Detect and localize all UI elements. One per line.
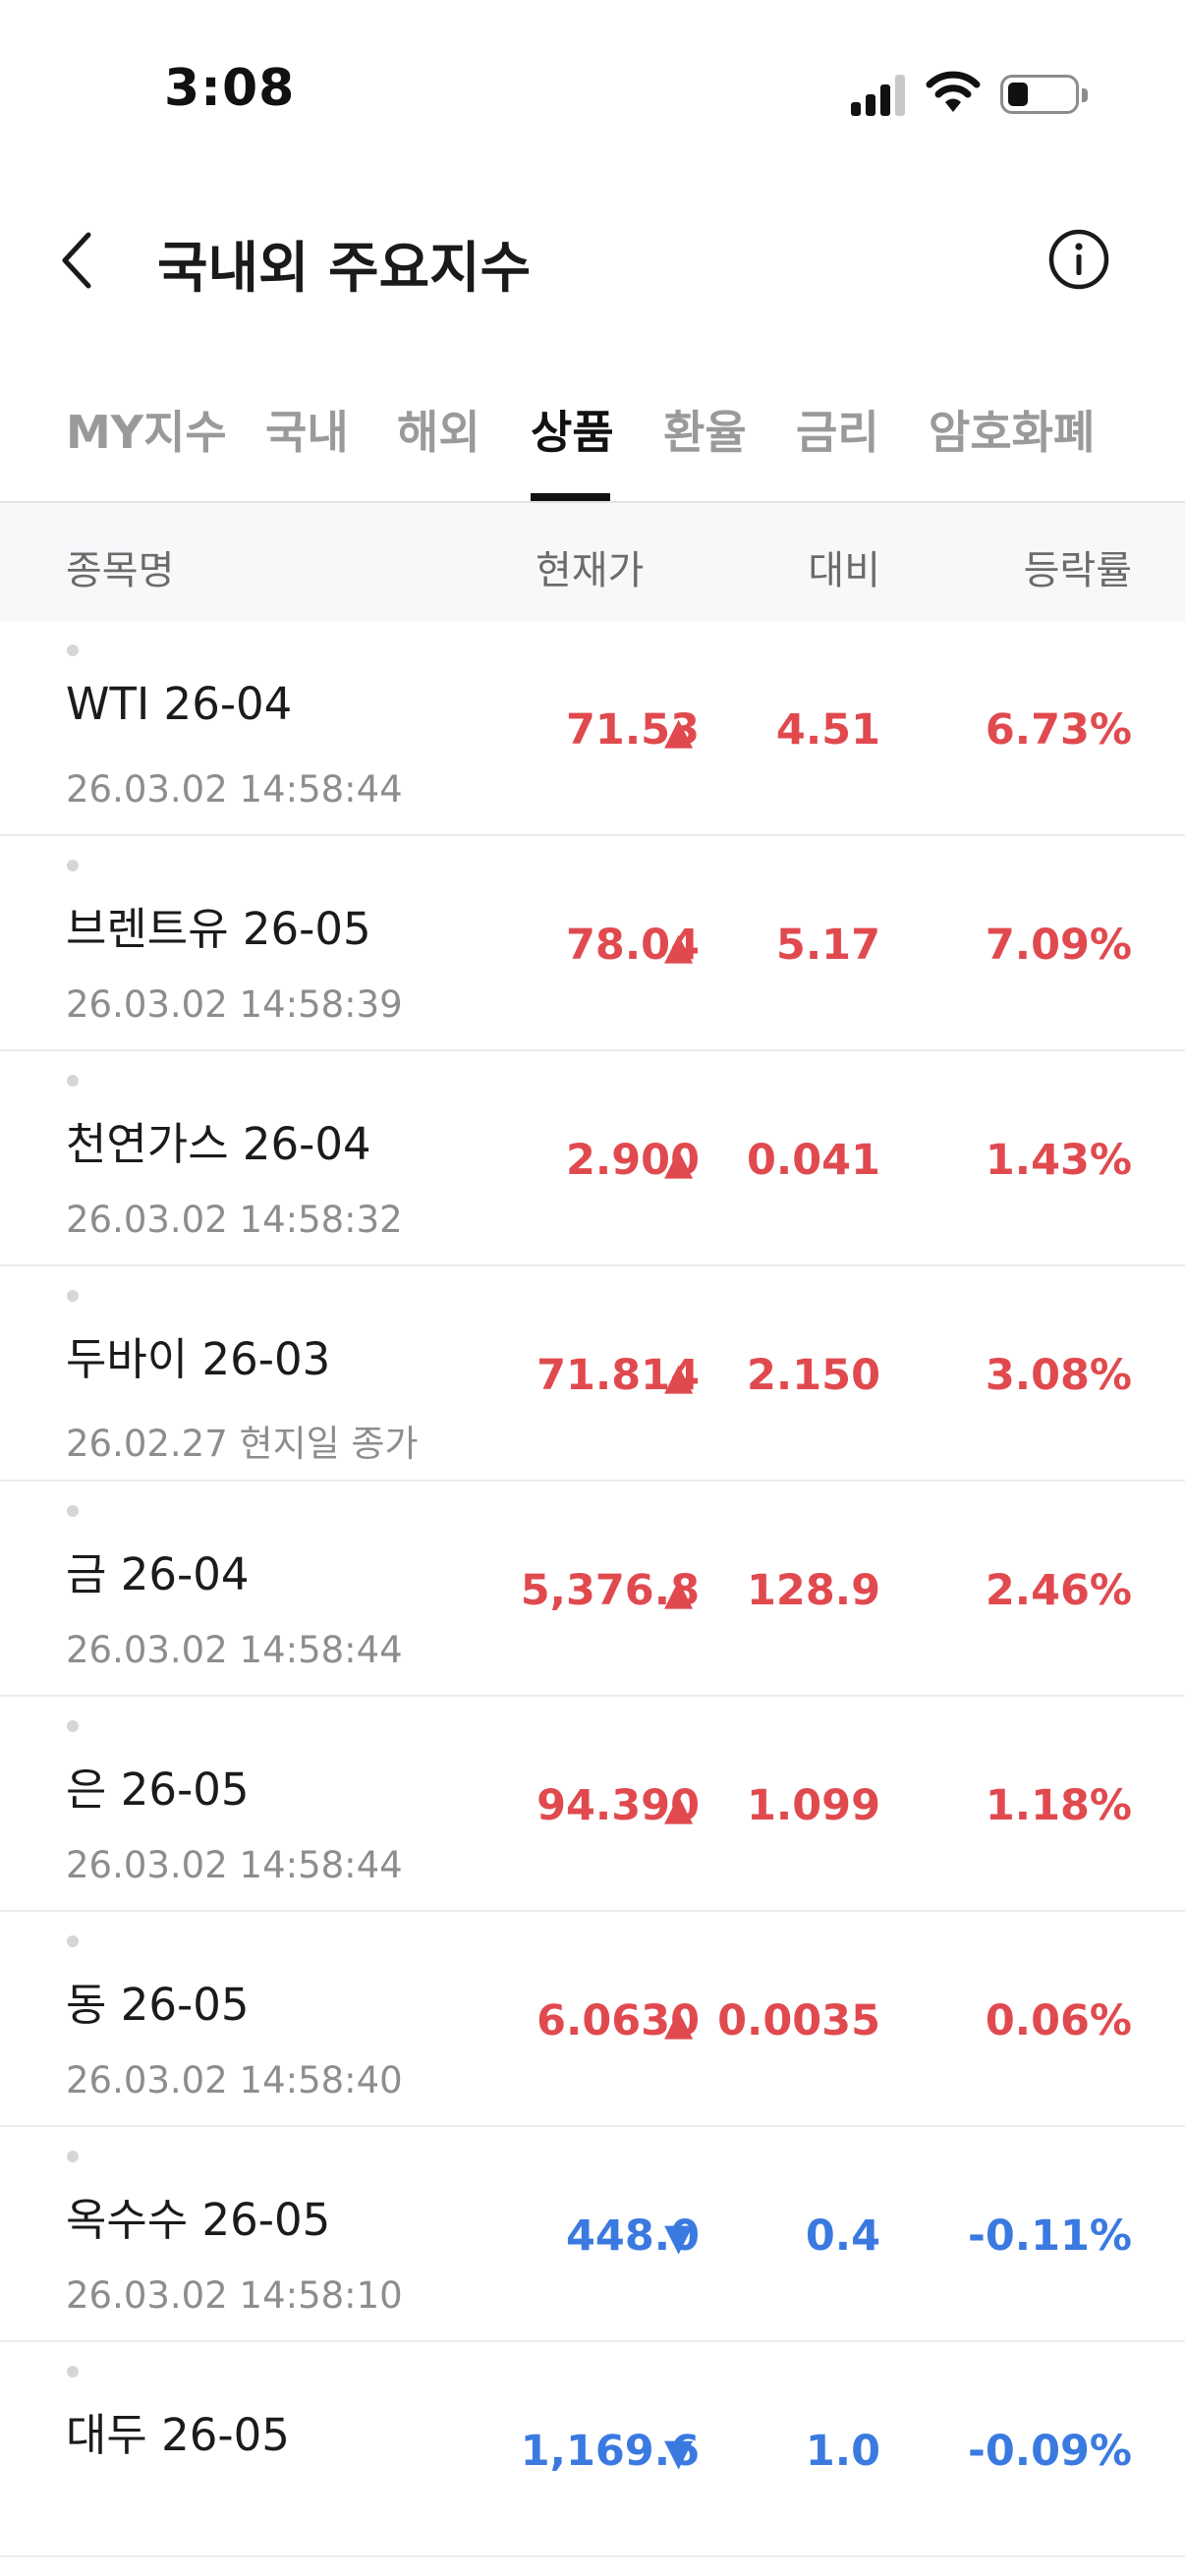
item-timestamp: 26.03.02 14:58:40 [66, 2059, 403, 2101]
status-dot [67, 644, 79, 656]
table-row[interactable]: 은 26-05 26.03.02 14:58:44 94.390 ▲ 1.099 1.18… [0, 1697, 1185, 1912]
active-tab-indicator [531, 493, 610, 501]
arrow-down-icon: ▼ [664, 2215, 694, 2259]
arrow-up-icon: ▲ [664, 709, 694, 753]
item-name: WTI 26-04 [66, 678, 293, 730]
tab-interest-rate[interactable]: 금리 [796, 397, 879, 462]
status-dot [67, 1935, 79, 1947]
item-change: 5.17 [775, 921, 880, 970]
table-row[interactable]: 동 26-05 26.03.02 14:58:40 6.0630 ▲ 0.0035 0.0… [0, 1912, 1185, 2127]
tab-exchange-rate[interactable]: 환율 [663, 397, 747, 462]
arrow-up-icon: ▲ [664, 1355, 694, 1398]
item-timestamp: 26.03.02 14:58:44 [66, 1844, 403, 1886]
status-dot [67, 1720, 79, 1732]
item-timestamp: 26.03.02 14:58:44 [66, 768, 403, 811]
table-row[interactable]: WTI 26-04 26.03.02 14:58:44 71.53 ▲ 4.51 6.73… [0, 621, 1185, 836]
item-name: 금 26-04 [66, 1548, 250, 1600]
back-button[interactable] [57, 226, 116, 295]
item-change-rate: 7.09% [985, 921, 1132, 970]
status-dot [67, 1290, 79, 1302]
column-header-price: 현재가 [536, 548, 645, 593]
table-header: 종목명 현재가 대비 등락률 [0, 503, 1185, 621]
battery-icon [1000, 75, 1088, 114]
status-bar: 3:08 [0, 0, 1185, 187]
item-name: 은 26-05 [66, 1764, 250, 1816]
tab-commodities[interactable]: 상품 [531, 397, 614, 462]
item-change: 0.0035 [717, 1996, 880, 2045]
info-icon [1048, 229, 1109, 290]
status-dot [67, 1505, 79, 1517]
table-row[interactable]: 두바이 26-03 26.02.27 현지일 종가 71.814 ▲ 2.150 3.08… [0, 1266, 1185, 1482]
tab-domestic[interactable]: 국내 [265, 397, 349, 462]
item-name: 동 26-05 [66, 1979, 250, 2031]
info-button[interactable] [1047, 228, 1110, 291]
page-title: 국내외 주요지수 [157, 237, 532, 301]
item-name: 천연가스 26-04 [66, 1118, 371, 1170]
arrow-up-icon: ▲ [664, 2000, 694, 2044]
arrow-down-icon: ▼ [664, 2431, 694, 2474]
category-tabs: MY지수 국내 해외 상품 환율 금리 암호화폐 [0, 383, 1185, 503]
item-change-rate: 6.73% [985, 705, 1132, 755]
arrow-up-icon: ▲ [664, 924, 694, 968]
tab-crypto[interactable]: 암호화폐 [929, 397, 1095, 462]
item-change-rate: 1.18% [985, 1781, 1132, 1830]
item-name: 대두 26-05 [66, 2409, 290, 2461]
column-header-name: 종목명 [66, 548, 175, 593]
item-change: 4.51 [775, 705, 880, 755]
item-timestamp: 26.03.02 14:58:32 [66, 1199, 403, 1241]
status-time: 3:08 [164, 59, 296, 118]
item-name: 옥수수 26-05 [66, 2194, 331, 2246]
status-dot [67, 2151, 79, 2162]
item-timestamp: 26.03.02 14:58:10 [66, 2274, 403, 2317]
status-dot [67, 860, 79, 871]
cellular-signal-icon [851, 73, 906, 116]
item-change-rate: -0.09% [967, 2427, 1132, 2476]
item-timestamp: 26.03.02 14:58:44 [66, 1629, 403, 1671]
table-row[interactable]: 옥수수 26-05 26.03.02 14:58:10 448.0 ▼ 0.4 -0.11… [0, 2127, 1185, 2342]
item-change: 1.099 [746, 1781, 880, 1830]
arrow-up-icon: ▲ [664, 1785, 694, 1828]
item-change-rate: -0.11% [967, 2212, 1132, 2261]
tab-my-index[interactable]: MY지수 [66, 397, 227, 462]
table-row[interactable]: 브렌트유 26-05 26.03.02 14:58:39 78.04 ▲ 5.17 7.0… [0, 836, 1185, 1051]
item-name: 두바이 26-03 [66, 1333, 331, 1385]
item-change-rate: 0.06% [985, 1996, 1132, 2045]
item-change-rate: 1.43% [985, 1136, 1132, 1185]
item-timestamp: 26.03.02 14:58:39 [66, 983, 403, 1026]
item-change: 128.9 [746, 1566, 880, 1615]
tab-overseas[interactable]: 해외 [397, 397, 480, 462]
item-change: 0.041 [746, 1136, 880, 1185]
item-change-rate: 3.08% [985, 1351, 1132, 1400]
chevron-left-icon [62, 232, 91, 289]
column-header-change: 대비 [808, 548, 880, 593]
status-dot [67, 1075, 79, 1087]
table-row[interactable]: 금 26-04 26.03.02 14:58:44 5,376.8 ▲ 128.9 2.4… [0, 1482, 1185, 1697]
table-row[interactable]: 대두 26-05 1,169.6 ▼ 1.0 -0.09% [0, 2342, 1185, 2557]
top-navigation-bar: 국내외 주요지수 [0, 196, 1185, 324]
item-change-rate: 2.46% [985, 1566, 1132, 1615]
item-change: 2.150 [746, 1351, 880, 1400]
item-name: 브렌트유 26-05 [66, 903, 371, 955]
table-row[interactable]: 천연가스 26-04 26.03.02 14:58:32 2.900 ▲ 0.041 1.… [0, 1051, 1185, 1266]
item-change: 0.4 [805, 2212, 880, 2261]
status-dot [67, 2366, 79, 2378]
item-timestamp: 26.02.27 현지일 종가 [66, 1423, 419, 1465]
arrow-up-icon: ▲ [664, 1140, 694, 1183]
arrow-up-icon: ▲ [664, 1570, 694, 1613]
item-change: 1.0 [805, 2427, 880, 2476]
wifi-icon [926, 69, 981, 116]
column-header-rate: 등락률 [1023, 548, 1132, 593]
